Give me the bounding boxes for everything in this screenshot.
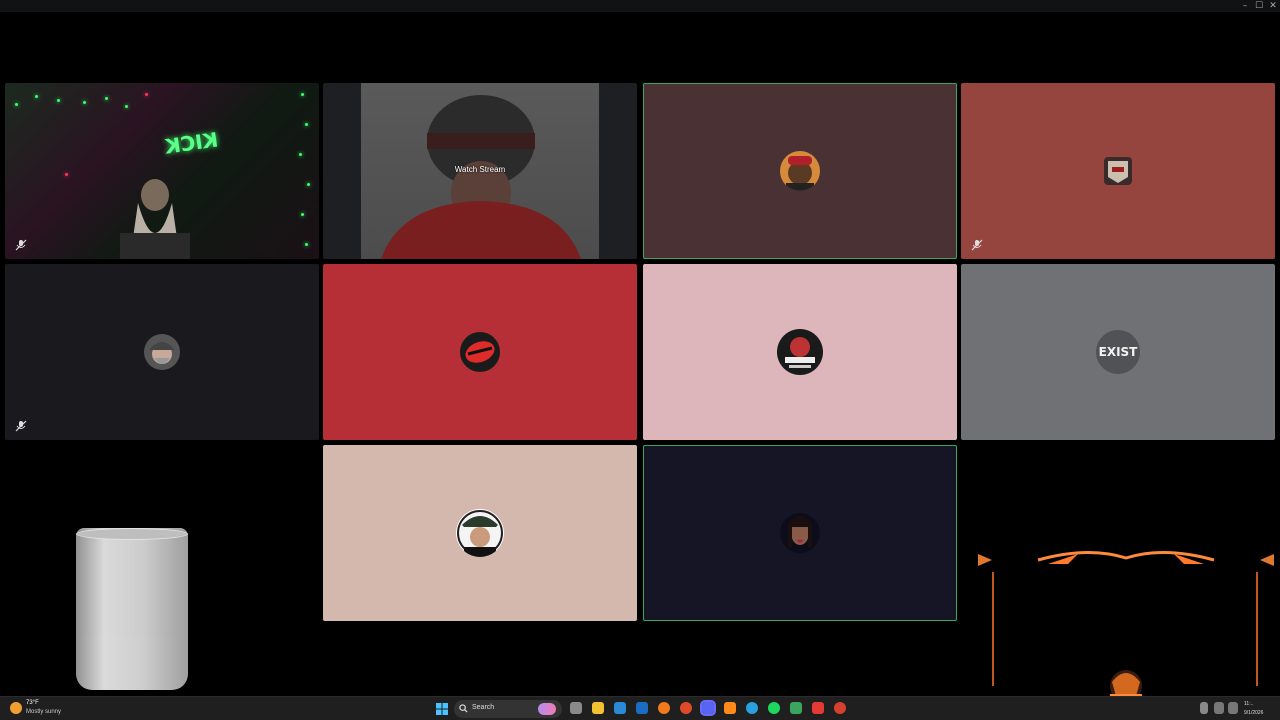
app-icon[interactable] [834,702,846,714]
participant-tile-10[interactable] [643,445,957,621]
avatar [144,334,180,370]
avatar [456,509,504,557]
app-icon[interactable] [658,702,670,714]
weather-desc[interactable]: Mostly sunny [26,709,61,715]
muted-mic-icon [15,239,27,251]
discord-icon[interactable] [700,700,716,716]
microphone-icon[interactable] [1200,702,1208,714]
taskbar-search[interactable]: Search [454,700,562,718]
file-explorer-icon[interactable] [592,702,604,714]
avatar-text: EXIST [1098,345,1138,359]
brave-icon[interactable] [812,702,824,714]
chrome-icon[interactable] [680,702,692,714]
windows-start-icon[interactable] [436,703,448,715]
glass-cup [76,528,188,690]
avatar [780,513,820,553]
muted-mic-icon [971,239,983,251]
outlook-icon[interactable] [636,702,648,714]
participant-tile-8[interactable]: EXIST [961,264,1275,440]
clock-date[interactable]: 9/1/2026 [1244,710,1263,716]
participant-tile-5[interactable] [5,264,319,440]
search-placeholder: Search [472,704,495,711]
app-icon[interactable] [724,702,736,714]
close-button[interactable]: ✕ [1266,0,1280,12]
xbox-icon[interactable] [790,702,802,714]
sun-icon [10,702,22,714]
edge-icon[interactable] [746,702,758,714]
streamer-figure [120,179,190,259]
avatar [777,329,823,375]
participant-tile-3[interactable] [643,83,957,259]
window-titlebar: – ☐ ✕ [0,0,1280,12]
search-highlight-icon [538,703,556,715]
task-view-icon[interactable] [570,702,582,714]
muted-mic-icon [15,420,27,432]
participant-tile-7[interactable] [643,264,957,440]
participant-tile-9[interactable] [323,445,637,621]
avatar [460,332,500,372]
avatar [1104,157,1132,185]
participant-tile-4[interactable] [961,83,1275,259]
search-icon [459,704,468,713]
clock-time[interactable]: 11:.. [1244,701,1253,707]
watch-stream-button[interactable]: Watch Stream [323,165,637,174]
spotify-icon[interactable] [768,702,780,714]
participant-tile-6[interactable] [323,264,637,440]
store-icon[interactable] [614,702,626,714]
weather-temp[interactable]: 73°F [26,700,39,706]
minimize-button[interactable]: – [1238,0,1252,12]
avatar [780,151,820,191]
decorative-frame [978,551,1274,710]
neon-sign: KICK [163,127,220,159]
maximize-button[interactable]: ☐ [1252,0,1266,12]
volume-icon[interactable] [1228,702,1238,714]
stream-tile[interactable]: Watch Stream [323,83,637,259]
participant-tile-webcam[interactable]: KICK [5,83,319,259]
avatar: EXIST [1096,330,1140,374]
taskbar: 73°F Mostly sunny Search 11:.. 9/1/2026 [0,696,1280,720]
network-icon[interactable] [1214,702,1224,714]
